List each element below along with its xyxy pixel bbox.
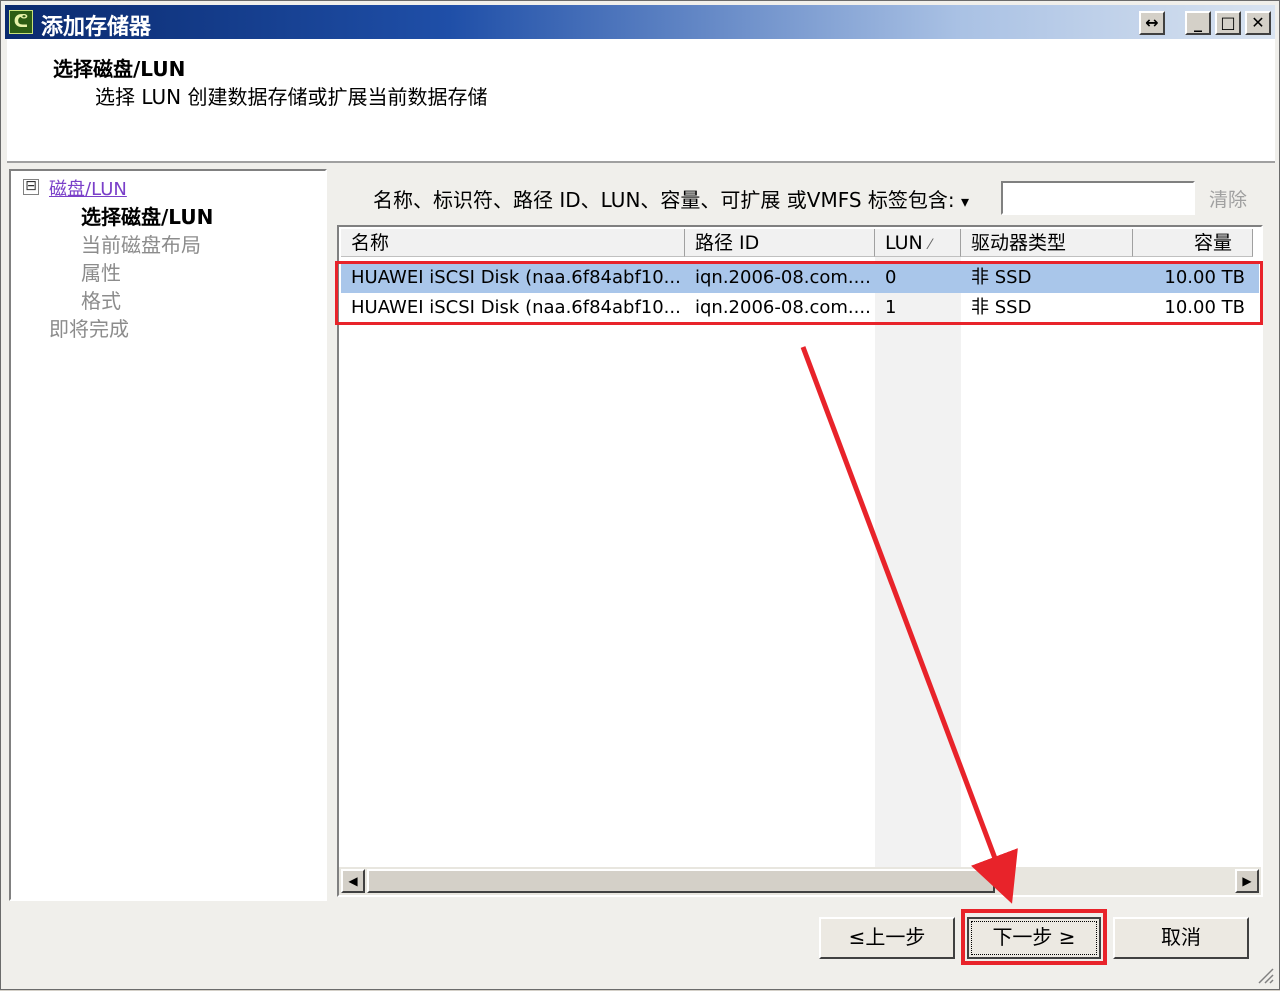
- resize-grip-icon[interactable]: [1255, 965, 1275, 985]
- annotation-arrow: [800, 346, 1018, 904]
- back-button[interactable]: ≤上一步: [819, 917, 955, 959]
- add-storage-window: ᕦ 添加存储器 ↔ _ □ ✕ 选择磁盘/LUN 选择 LUN 创建数据存储或扩…: [0, 0, 1280, 990]
- next-button[interactable]: 下一步 ≥: [967, 917, 1101, 959]
- cancel-button[interactable]: 取消: [1113, 917, 1249, 959]
